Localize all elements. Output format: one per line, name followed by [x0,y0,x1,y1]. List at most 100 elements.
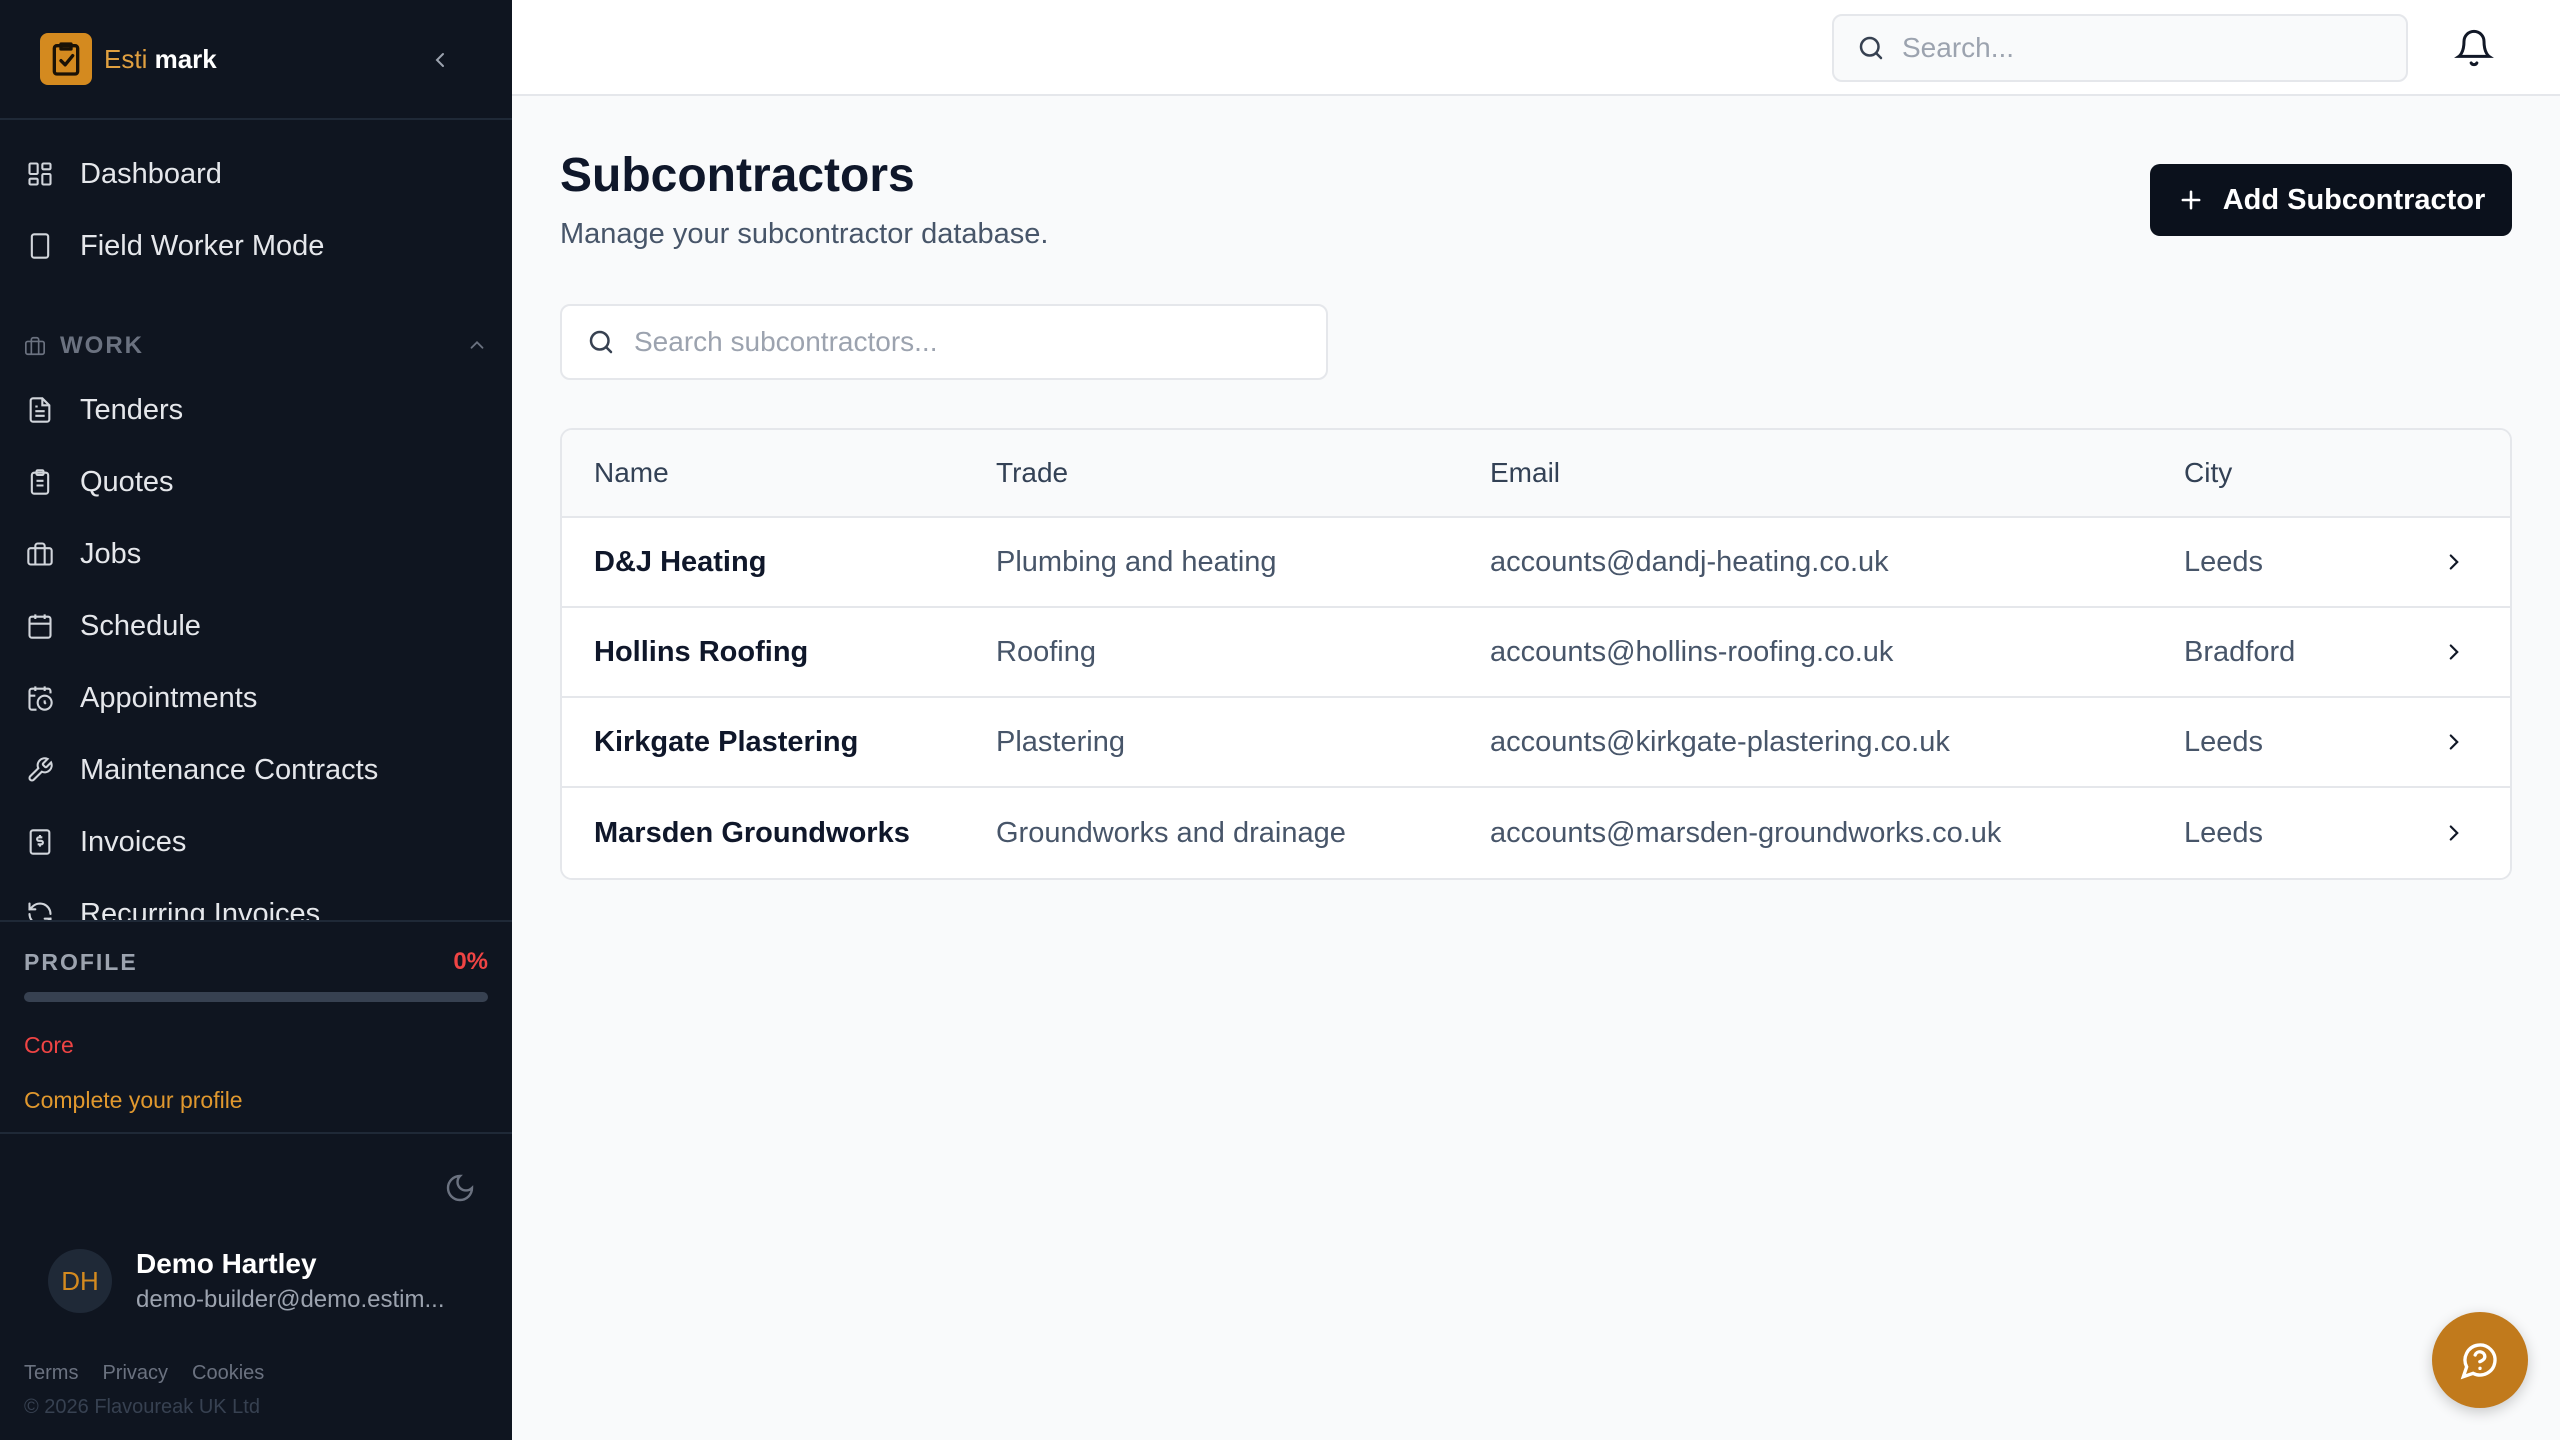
cell-name: Kirkgate Plastering [594,725,859,758]
collapse-sidebar-button[interactable] [424,44,456,76]
row-open-button[interactable] [2404,820,2504,846]
plus-icon [2177,186,2205,214]
chevron-right-icon [2449,825,2459,841]
search-icon [589,330,613,354]
topbar [512,0,2560,96]
cell-email: accounts@kirkgate-plastering.co.uk [1490,725,1950,758]
add-subcontractor-button[interactable]: Add Subcontractor [2150,164,2512,236]
privacy-link[interactable]: Privacy [102,1362,168,1385]
bell-icon [2454,29,2494,67]
table-row[interactable]: Hollins Roofing Roofing accounts@hollins… [562,608,2510,698]
brand-name: Esti mark [104,44,217,75]
briefcase-icon [24,334,48,358]
column-header-email[interactable]: Email [1490,457,2184,489]
column-header-name[interactable]: Name [562,457,996,489]
chevron-right-icon [2449,644,2459,660]
cell-email: accounts@dandj-heating.co.uk [1490,545,1889,578]
help-chat-button[interactable] [2432,1312,2528,1408]
chevron-up-icon [466,334,488,363]
brand-bar: Esti mark [0,0,512,120]
calendar-clock-icon [24,682,56,714]
cell-city: Leeds [2184,725,2264,758]
sidebar-nav: Dashboard Field Worker Mode WORK Tenders [0,120,512,950]
subcontractor-search[interactable] [560,304,1328,380]
avatar: DH [48,1249,112,1313]
sidebar-item-maintenance-contracts[interactable]: Maintenance Contracts [0,734,512,806]
dashboard-grid-icon [24,158,56,190]
main-content: Subcontractors Manage your subcontractor… [512,96,2560,1440]
row-open-button[interactable] [2404,639,2504,665]
footer-links: Terms Privacy Cookies [24,1362,264,1385]
profile-percent: 0% [453,948,488,975]
sidebar-item-label: Invoices [80,825,187,858]
cookies-link[interactable]: Cookies [192,1362,264,1385]
theme-toggle-button[interactable] [444,1172,476,1204]
column-header-city[interactable]: City [2184,457,2404,489]
document-icon [24,394,56,426]
sidebar-item-appointments[interactable]: Appointments [0,662,512,734]
cell-name: D&J Heating [594,545,767,578]
search-icon [1859,36,1883,60]
sidebar-item-label: Dashboard [80,157,222,190]
table-header: Name Trade Email City [562,430,2510,518]
copyright: © 2026 Flavoureak UK Ltd [24,1396,260,1418]
user-email: demo-builder@demo.estim... [136,1286,445,1313]
table-row[interactable]: Marsden Groundworks Groundworks and drai… [562,788,2510,878]
section-work-label: WORK [60,332,144,359]
cell-email: accounts@hollins-roofing.co.uk [1490,635,1894,668]
section-work-toggle[interactable]: WORK [0,318,512,374]
page-subtitle: Manage your subcontractor database. [560,218,1049,250]
wrench-icon [24,754,56,786]
sidebar: Esti mark Dashboard Field Worker Mode WO… [0,0,512,1440]
global-search-input[interactable] [1902,32,2382,64]
sidebar-item-schedule[interactable]: Schedule [0,590,512,662]
profile-progress-bar [24,992,488,1002]
cell-trade: Groundworks and drainage [996,816,1346,849]
cell-email: accounts@marsden-groundworks.co.uk [1490,816,2002,849]
add-subcontractor-label: Add Subcontractor [2222,183,2486,216]
chevron-left-icon [435,53,444,67]
tablet-icon [24,230,56,262]
sidebar-item-tenders[interactable]: Tenders [0,374,512,446]
row-open-button[interactable] [2404,729,2504,755]
subcontractors-table: Name Trade Email City D&J Heating Plumbi… [560,428,2512,880]
table-row[interactable]: D&J Heating Plumbing and heating account… [562,518,2510,608]
column-header-trade[interactable]: Trade [996,457,1490,489]
cell-trade: Roofing [996,635,1096,668]
page-title: Subcontractors [560,149,915,202]
sidebar-item-jobs[interactable]: Jobs [0,518,512,590]
chat-help-icon [2460,1343,2497,1380]
sidebar-item-label: Schedule [80,609,201,642]
chevron-right-icon [2449,734,2459,750]
cell-trade: Plastering [996,725,1125,758]
checklist-logo-icon[interactable] [40,33,92,85]
notifications-button[interactable] [2454,28,2494,68]
cell-name: Marsden Groundworks [594,816,910,849]
sidebar-item-dashboard[interactable]: Dashboard [0,138,512,210]
calendar-icon [24,610,56,642]
sidebar-item-field-worker-mode[interactable]: Field Worker Mode [0,210,512,282]
user-name: Demo Hartley [136,1248,317,1279]
briefcase-icon [24,538,56,570]
profile-title: PROFILE [24,948,138,975]
terms-link[interactable]: Terms [24,1362,78,1385]
table-row[interactable]: Kirkgate Plastering Plastering accounts@… [562,698,2510,788]
sidebar-item-invoices[interactable]: Invoices [0,806,512,878]
cell-city: Leeds [2184,816,2264,849]
sidebar-item-label: Appointments [80,681,258,714]
profile-completion-panel: PROFILE 0% Core Complete your profile [0,920,512,1134]
chevron-right-icon [2449,554,2459,570]
sidebar-item-quotes[interactable]: Quotes [0,446,512,518]
sidebar-item-label: Jobs [80,537,142,570]
user-account[interactable]: DH Demo Hartley demo-builder@demo.estim.… [48,1248,444,1314]
sidebar-item-label: Maintenance Contracts [80,753,379,786]
brand-name-part2: mark [154,43,217,74]
cell-city: Leeds [2184,545,2264,578]
sidebar-item-label: Tenders [80,393,184,426]
row-open-button[interactable] [2404,549,2504,575]
global-search[interactable] [1832,14,2408,82]
cell-city: Bradford [2184,635,2296,668]
subcontractor-search-input[interactable] [634,326,1314,358]
brand-name-part1: Esti [104,43,148,74]
complete-profile-link[interactable]: Complete your profile [24,1087,488,1114]
